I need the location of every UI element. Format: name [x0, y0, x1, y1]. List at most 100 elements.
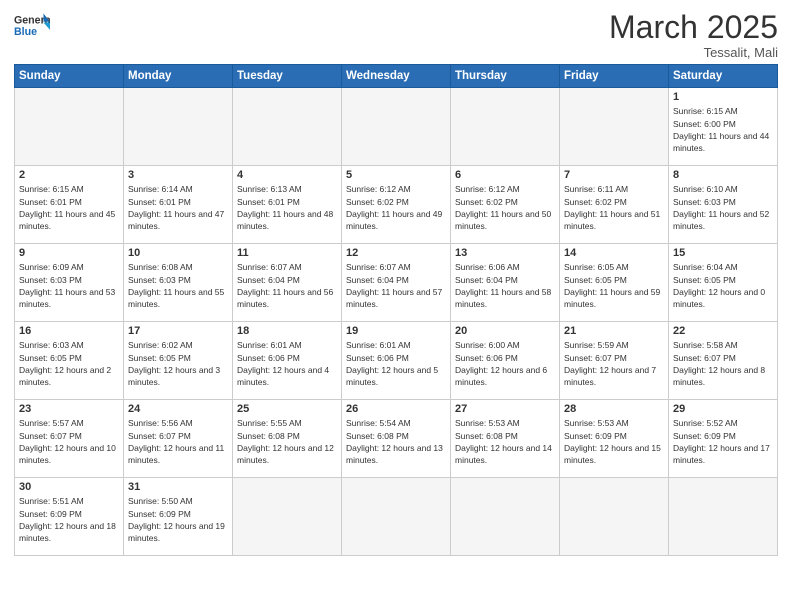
day-number: 18: [237, 325, 337, 337]
day-info: Sunrise: 6:15 AM Sunset: 6:01 PM Dayligh…: [19, 183, 119, 232]
day-info: Sunrise: 6:06 AM Sunset: 6:04 PM Dayligh…: [455, 261, 555, 310]
calendar-cell: 26Sunrise: 5:54 AM Sunset: 6:08 PM Dayli…: [342, 400, 451, 478]
calendar-cell: [342, 478, 451, 556]
day-number: 6: [455, 169, 555, 181]
calendar-cell: 25 Sunrise: 5:55 AM Sunset: 6:08 PM Dayli…: [233, 400, 342, 478]
day-number: 1: [673, 91, 773, 103]
day-number: 7: [564, 169, 664, 181]
calendar-cell: 29 Sunrise: 5:52 AM Sunset: 6:09 PM Dayli…: [669, 400, 778, 478]
day-info: Sunrise: 5:52 AM Sunset: 6:09 PM Dayligh…: [673, 417, 773, 466]
calendar-cell: 31Sunrise: 5:50 AM Sunset: 6:09 PM Dayli…: [124, 478, 233, 556]
calendar-cell: [451, 478, 560, 556]
day-number: 5: [346, 169, 446, 181]
calendar-cell: [124, 88, 233, 166]
day-number: 11: [237, 247, 337, 259]
calendar-cell: [15, 88, 124, 166]
day-number: 21: [564, 325, 664, 337]
calendar-cell: 30 Sunrise: 5:51 AM Sunset: 6:09 PM Dayli…: [15, 478, 124, 556]
calendar: Sunday Monday Tuesday Wednesday Thursday…: [14, 64, 778, 556]
calendar-cell: 22 Sunrise: 5:58 AM Sunset: 6:07 PM Dayli…: [669, 322, 778, 400]
day-info: Sunrise: 5:51 AM Sunset: 6:09 PM Dayligh…: [19, 495, 119, 544]
day-number: 3: [128, 169, 228, 181]
logo: General Blue: [14, 10, 50, 40]
day-number: 12: [346, 247, 446, 259]
day-info: Sunrise: 6:01 AM Sunset: 6:06 PM Dayligh…: [237, 339, 337, 388]
calendar-cell: 21 Sunrise: 5:59 AM Sunset: 6:07 PM Dayli…: [560, 322, 669, 400]
month-title: March 2025: [609, 10, 778, 45]
day-info: Sunrise: 6:07 AM Sunset: 6:04 PM Dayligh…: [237, 261, 337, 310]
day-info: Sunrise: 6:10 AM Sunset: 6:03 PM Dayligh…: [673, 183, 773, 232]
col-friday: Friday: [560, 65, 669, 88]
day-info: Sunrise: 6:05 AM Sunset: 6:05 PM Dayligh…: [564, 261, 664, 310]
calendar-cell: 20Sunrise: 6:00 AM Sunset: 6:06 PM Dayli…: [451, 322, 560, 400]
calendar-cell: 27Sunrise: 5:53 AM Sunset: 6:08 PM Dayli…: [451, 400, 560, 478]
svg-text:Blue: Blue: [14, 26, 37, 38]
day-info: Sunrise: 5:53 AM Sunset: 6:08 PM Dayligh…: [455, 417, 555, 466]
calendar-cell: 28Sunrise: 5:53 AM Sunset: 6:09 PM Dayli…: [560, 400, 669, 478]
day-info: Sunrise: 5:58 AM Sunset: 6:07 PM Dayligh…: [673, 339, 773, 388]
day-number: 20: [455, 325, 555, 337]
calendar-cell: 17Sunrise: 6:02 AM Sunset: 6:05 PM Dayli…: [124, 322, 233, 400]
day-number: 25: [237, 403, 337, 415]
day-info: Sunrise: 6:08 AM Sunset: 6:03 PM Dayligh…: [128, 261, 228, 310]
calendar-cell: [233, 88, 342, 166]
calendar-week-2: 9Sunrise: 6:09 AM Sunset: 6:03 PM Daylig…: [15, 244, 778, 322]
calendar-cell: 13 Sunrise: 6:06 AM Sunset: 6:04 PM Dayli…: [451, 244, 560, 322]
col-sunday: Sunday: [15, 65, 124, 88]
title-area: March 2025 Tessalit, Mali: [609, 10, 778, 60]
calendar-cell: 18 Sunrise: 6:01 AM Sunset: 6:06 PM Dayli…: [233, 322, 342, 400]
day-info: Sunrise: 6:07 AM Sunset: 6:04 PM Dayligh…: [346, 261, 446, 310]
day-number: 23: [19, 403, 119, 415]
col-saturday: Saturday: [669, 65, 778, 88]
calendar-cell: 3 Sunrise: 6:14 AM Sunset: 6:01 PM Daylig…: [124, 166, 233, 244]
calendar-cell: 11 Sunrise: 6:07 AM Sunset: 6:04 PM Dayli…: [233, 244, 342, 322]
day-info: Sunrise: 6:15 AM Sunset: 6:00 PM Dayligh…: [673, 105, 773, 154]
day-number: 14: [564, 247, 664, 259]
day-number: 26: [346, 403, 446, 415]
header: General Blue March 2025 Tessalit, Mali: [14, 10, 778, 60]
calendar-cell: 2Sunrise: 6:15 AM Sunset: 6:01 PM Daylig…: [15, 166, 124, 244]
calendar-cell: [560, 88, 669, 166]
col-tuesday: Tuesday: [233, 65, 342, 88]
calendar-cell: 12 Sunrise: 6:07 AM Sunset: 6:04 PM Dayli…: [342, 244, 451, 322]
day-number: 13: [455, 247, 555, 259]
calendar-cell: 8 Sunrise: 6:10 AM Sunset: 6:03 PM Daylig…: [669, 166, 778, 244]
header-row: Sunday Monday Tuesday Wednesday Thursday…: [15, 65, 778, 88]
day-number: 31: [128, 481, 228, 493]
day-info: Sunrise: 6:14 AM Sunset: 6:01 PM Dayligh…: [128, 183, 228, 232]
day-number: 4: [237, 169, 337, 181]
calendar-cell: 23 Sunrise: 5:57 AM Sunset: 6:07 PM Dayli…: [15, 400, 124, 478]
calendar-cell: 24Sunrise: 5:56 AM Sunset: 6:07 PM Dayli…: [124, 400, 233, 478]
calendar-cell: [342, 88, 451, 166]
day-info: Sunrise: 6:12 AM Sunset: 6:02 PM Dayligh…: [346, 183, 446, 232]
calendar-cell: [560, 478, 669, 556]
day-number: 22: [673, 325, 773, 337]
calendar-cell: 19Sunrise: 6:01 AM Sunset: 6:06 PM Dayli…: [342, 322, 451, 400]
calendar-cell: 7 Sunrise: 6:11 AM Sunset: 6:02 PM Daylig…: [560, 166, 669, 244]
day-info: Sunrise: 5:53 AM Sunset: 6:09 PM Dayligh…: [564, 417, 664, 466]
calendar-cell: [233, 478, 342, 556]
col-thursday: Thursday: [451, 65, 560, 88]
day-number: 15: [673, 247, 773, 259]
calendar-week-5: 30 Sunrise: 5:51 AM Sunset: 6:09 PM Dayli…: [15, 478, 778, 556]
day-info: Sunrise: 6:09 AM Sunset: 6:03 PM Dayligh…: [19, 261, 119, 310]
subtitle: Tessalit, Mali: [609, 45, 778, 60]
day-number: 8: [673, 169, 773, 181]
day-number: 30: [19, 481, 119, 493]
day-number: 19: [346, 325, 446, 337]
day-number: 29: [673, 403, 773, 415]
calendar-cell: 1 Sunrise: 6:15 AM Sunset: 6:00 PM Daylig…: [669, 88, 778, 166]
day-info: Sunrise: 6:11 AM Sunset: 6:02 PM Dayligh…: [564, 183, 664, 232]
calendar-cell: 15Sunrise: 6:04 AM Sunset: 6:05 PM Dayli…: [669, 244, 778, 322]
calendar-week-3: 16Sunrise: 6:03 AM Sunset: 6:05 PM Dayli…: [15, 322, 778, 400]
col-monday: Monday: [124, 65, 233, 88]
calendar-cell: 9Sunrise: 6:09 AM Sunset: 6:03 PM Daylig…: [15, 244, 124, 322]
day-info: Sunrise: 6:03 AM Sunset: 6:05 PM Dayligh…: [19, 339, 119, 388]
day-number: 10: [128, 247, 228, 259]
day-info: Sunrise: 5:55 AM Sunset: 6:08 PM Dayligh…: [237, 417, 337, 466]
calendar-cell: 10 Sunrise: 6:08 AM Sunset: 6:03 PM Dayli…: [124, 244, 233, 322]
day-info: Sunrise: 5:59 AM Sunset: 6:07 PM Dayligh…: [564, 339, 664, 388]
day-info: Sunrise: 5:57 AM Sunset: 6:07 PM Dayligh…: [19, 417, 119, 466]
calendar-cell: 14 Sunrise: 6:05 AM Sunset: 6:05 PM Dayli…: [560, 244, 669, 322]
calendar-week-0: 1 Sunrise: 6:15 AM Sunset: 6:00 PM Daylig…: [15, 88, 778, 166]
